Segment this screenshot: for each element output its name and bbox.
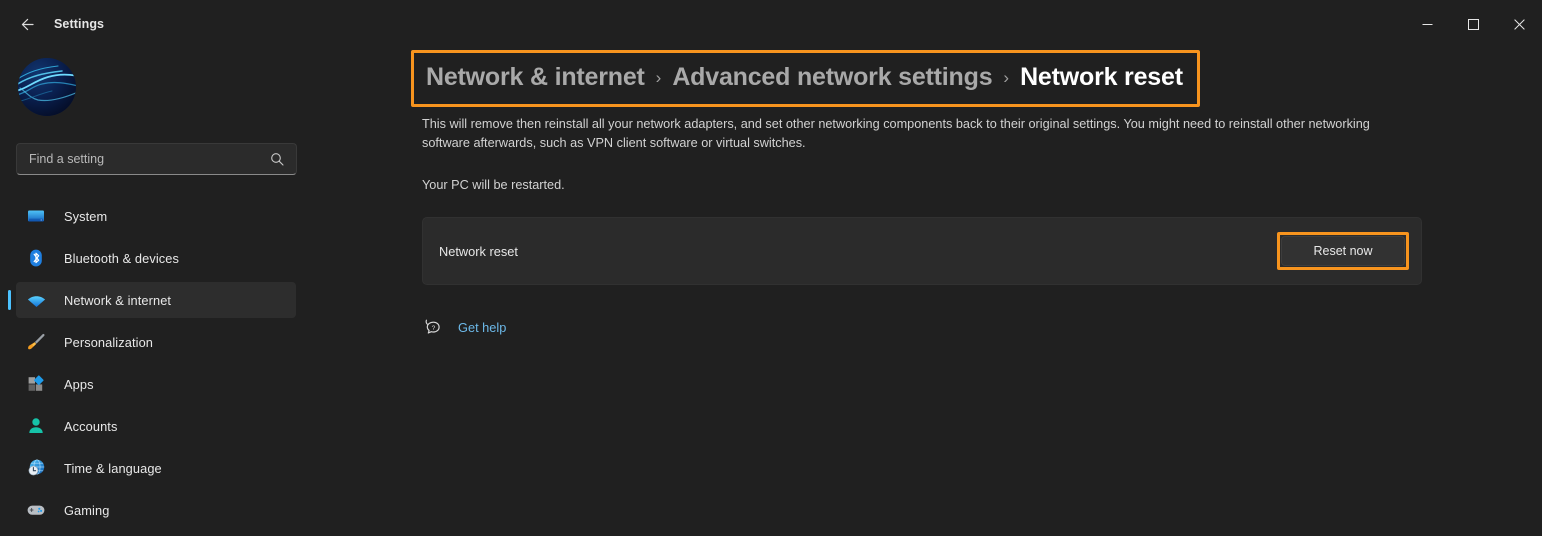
sidebar-item-apps[interactable]: Apps [16, 366, 296, 402]
close-icon [1513, 18, 1525, 30]
person-icon [22, 412, 50, 440]
sidebar-item-label: System [64, 208, 108, 224]
monitor-icon [22, 202, 50, 230]
get-help-label: Get help [458, 319, 507, 335]
minimize-button[interactable] [1404, 0, 1450, 48]
svg-text:?: ? [432, 325, 436, 332]
main-content: Network & internet › Advanced network se… [411, 48, 1542, 536]
sidebar: Find a setting System Bluetooth & device… [0, 48, 320, 536]
sidebar-item-label: Gaming [64, 502, 110, 518]
window-title: Settings [54, 17, 105, 31]
sidebar-item-personalization[interactable]: Personalization [16, 324, 296, 360]
chevron-right-icon: › [1003, 68, 1010, 87]
title-bar: Settings [0, 0, 1542, 48]
reset-now-button[interactable]: Reset now [1281, 236, 1405, 266]
wifi-icon [22, 286, 50, 314]
sidebar-item-label: Apps [64, 376, 94, 392]
sidebar-item-label: Bluetooth & devices [64, 250, 180, 266]
apps-icon [22, 370, 50, 398]
breadcrumb-link-advanced-network-settings[interactable]: Advanced network settings [672, 63, 992, 92]
search-placeholder: Find a setting [29, 152, 105, 166]
search-input[interactable]: Find a setting [16, 143, 297, 175]
breadcrumb: Network & internet › Advanced network se… [411, 50, 1200, 107]
help-bubble-icon: ? [422, 316, 444, 338]
sidebar-item-label: Accounts [64, 418, 118, 434]
avatar[interactable] [18, 58, 76, 116]
avatar-image [18, 58, 76, 116]
search-icon [270, 152, 296, 166]
bluetooth-icon [22, 244, 50, 272]
reset-now-highlight: Reset now [1277, 232, 1409, 270]
minimize-icon [1422, 23, 1432, 25]
sidebar-item-network-internet[interactable]: Network & internet [8, 282, 296, 318]
clock-globe-icon [22, 454, 50, 482]
breadcrumb-link-network-internet[interactable]: Network & internet [426, 63, 645, 92]
sidebar-item-label: Time & language [64, 460, 162, 476]
sidebar-item-system[interactable]: System [16, 198, 296, 234]
page-title: Network reset [1020, 63, 1183, 91]
paintbrush-icon [22, 328, 50, 356]
sidebar-item-label: Network & internet [64, 292, 172, 308]
sidebar-item-gaming[interactable]: Gaming [16, 492, 296, 528]
gamepad-icon [22, 496, 50, 524]
network-reset-card: Network reset Reset now [422, 217, 1422, 285]
sidebar-item-label: Personalization [64, 334, 153, 350]
page-description-secondary: Your PC will be restarted. [422, 178, 565, 192]
chevron-right-icon: › [655, 68, 662, 87]
sidebar-item-bluetooth-devices[interactable]: Bluetooth & devices [16, 240, 296, 276]
get-help-link[interactable]: ? Get help [422, 316, 506, 338]
maximize-icon [1467, 18, 1479, 30]
back-arrow-icon [21, 18, 34, 30]
network-reset-label: Network reset [439, 243, 518, 259]
close-button[interactable] [1496, 0, 1542, 48]
window-controls [1404, 0, 1542, 48]
sidebar-item-accounts[interactable]: Accounts [16, 408, 296, 444]
maximize-button[interactable] [1450, 0, 1496, 48]
sidebar-nav: System Bluetooth & devices Network & int… [0, 196, 320, 534]
page-description: This will remove then reinstall all your… [422, 117, 1370, 150]
sidebar-item-time-language[interactable]: Time & language [16, 450, 296, 486]
back-button[interactable] [8, 8, 44, 40]
